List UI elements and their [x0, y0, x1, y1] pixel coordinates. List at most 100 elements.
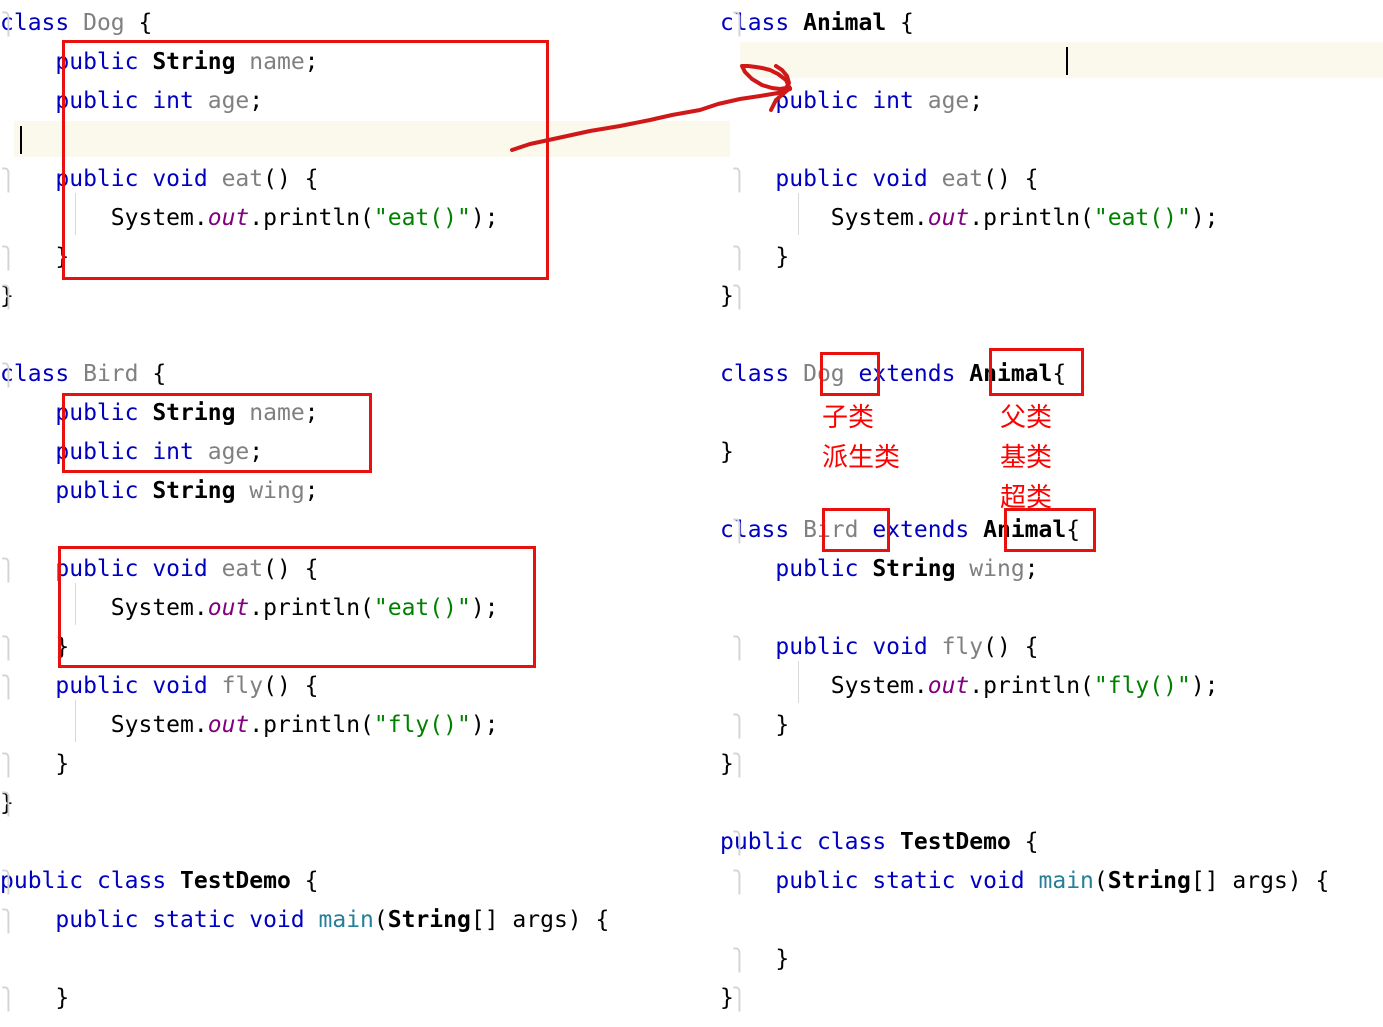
left-line-13[interactable]: [0, 511, 720, 550]
right-line-5-token-5: );: [1190, 205, 1219, 231]
bird-classname-box: [822, 508, 890, 552]
dog-classname-box: [820, 352, 880, 396]
code-fold-marker-19[interactable]: ⎫: [733, 714, 746, 738]
left-line-23-token-5: (: [373, 907, 388, 933]
right-line-22-token-3: void: [969, 868, 1039, 894]
right-line-5-token-4: "eat()": [1093, 205, 1191, 231]
right-line-25[interactable]: }: [720, 979, 1383, 1018]
right-line-24[interactable]: }: [720, 940, 1383, 979]
right-line-14-token-1: public: [775, 556, 873, 582]
code-fold-marker-3[interactable]: ⎫: [2, 285, 15, 309]
right-line-16[interactable]: public void fly() {: [720, 628, 1383, 667]
code-fold-marker-18[interactable]: ⎫: [733, 636, 746, 660]
right-line-25-token-0: }: [720, 985, 734, 1011]
code-fold-marker-20[interactable]: ⎫: [733, 753, 746, 777]
left-line-18[interactable]: System.out.println("fly()");: [0, 706, 720, 745]
left-line-22[interactable]: public class TestDemo {: [0, 862, 720, 901]
left-line-21[interactable]: [0, 823, 720, 862]
right-line-22-token-2: static: [872, 868, 970, 894]
code-fold-marker-24[interactable]: ⎫: [733, 987, 746, 1011]
left-line-0[interactable]: class Dog {: [0, 4, 720, 43]
dog-members-box: [62, 40, 549, 280]
left-line-19[interactable]: }: [0, 745, 720, 784]
right-line-4[interactable]: public void eat() {: [720, 160, 1383, 199]
code-fold-marker-0[interactable]: ⎫: [2, 12, 15, 36]
right-line-2-token-4: age: [927, 88, 970, 114]
right-line-5-token-3: .println(: [969, 205, 1094, 231]
left-line-23-token-2: static: [152, 907, 250, 933]
code-fold-marker-8[interactable]: ⎫: [2, 753, 15, 777]
left-line-23[interactable]: public static void main(String[] args) {: [0, 901, 720, 940]
left-line-24[interactable]: [0, 940, 720, 979]
right-line-2[interactable]: public int age;: [720, 82, 1383, 121]
right-line-21[interactable]: public class TestDemo {: [720, 823, 1383, 862]
right-line-16-token-1: public: [775, 634, 873, 660]
code-fold-marker-12[interactable]: ⎫: [2, 987, 15, 1011]
dog-superclass-box: [989, 348, 1084, 396]
code-fold-marker-16[interactable]: ⎫: [733, 285, 746, 309]
code-fold-marker-10[interactable]: ⎫: [2, 870, 15, 894]
right-line-19[interactable]: }: [720, 745, 1383, 784]
right-line-5[interactable]: System.out.println("eat()");: [720, 199, 1383, 238]
right-line-5-token-1: System.: [830, 205, 928, 231]
right-line-7[interactable]: }: [720, 277, 1383, 316]
right-line-4-token-1: public: [775, 166, 873, 192]
left-line-23-token-1: public: [55, 907, 153, 933]
left-line-17[interactable]: public void fly() {: [0, 667, 720, 706]
left-line-25[interactable]: }: [0, 979, 720, 1018]
right-line-14[interactable]: public String wing;: [720, 550, 1383, 589]
code-fold-marker-15[interactable]: ⎫: [733, 246, 746, 270]
right-line-6[interactable]: }: [720, 238, 1383, 277]
right-line-17-token-3: .println(: [969, 673, 1094, 699]
bird-superclass-box: [1004, 508, 1096, 552]
right-line-16-token-4: () {: [983, 634, 1039, 660]
right-line-2-token-1: public: [775, 88, 873, 114]
right-line-16-token-2: void: [872, 634, 942, 660]
indent-guide-2: [75, 700, 76, 742]
left-line-23-token-7: [] args) {: [470, 907, 610, 933]
right-line-18-token-0: }: [720, 712, 790, 738]
right-line-18[interactable]: }: [720, 706, 1383, 745]
right-line-7-token-0: }: [720, 283, 734, 309]
left-line-0-token-2: {: [124, 10, 153, 36]
code-fold-marker-4[interactable]: ⎫: [2, 363, 15, 387]
left-line-12[interactable]: public String wing;: [0, 472, 720, 511]
right-line-3[interactable]: [720, 121, 1383, 160]
left-line-22-token-2: TestDemo: [180, 868, 291, 894]
right-line-17[interactable]: System.out.println("fly()");: [720, 667, 1383, 706]
left-line-9[interactable]: class Bird {: [0, 355, 720, 394]
right-line-14-token-4: wing: [969, 556, 1025, 582]
code-fold-marker-23[interactable]: ⎫: [733, 948, 746, 972]
left-line-20[interactable]: }: [0, 784, 720, 823]
right-line-22[interactable]: public static void main(String[] args) {: [720, 862, 1383, 901]
code-fold-marker-7[interactable]: ⎫: [2, 675, 15, 699]
right-line-20[interactable]: [720, 784, 1383, 823]
code-fold-marker-21[interactable]: ⎫: [733, 831, 746, 855]
right-line-4-token-3: eat: [941, 166, 984, 192]
left-line-8[interactable]: [0, 316, 720, 355]
left-line-18-token-4: "fly()": [373, 712, 471, 738]
right-line-16-token-0: [720, 628, 775, 667]
code-fold-marker-22[interactable]: ⎫: [733, 870, 746, 894]
left-line-17-token-3: fly: [221, 673, 264, 699]
code-fold-marker-11[interactable]: ⎫: [2, 909, 15, 933]
right-line-15[interactable]: [720, 589, 1383, 628]
code-fold-marker-14[interactable]: ⎫: [733, 168, 746, 192]
code-fold-marker-2[interactable]: ⎫: [2, 246, 15, 270]
code-fold-marker-17[interactable]: ⎫: [733, 519, 746, 543]
left-line-18-token-1: System.: [110, 712, 208, 738]
code-fold-marker-6[interactable]: ⎫: [2, 636, 15, 660]
code-fold-marker-5[interactable]: ⎫: [2, 558, 15, 582]
left-line-7[interactable]: }: [0, 277, 720, 316]
right-current-line: [740, 42, 1383, 78]
code-fold-marker-13[interactable]: ⎫: [733, 12, 746, 36]
code-fold-marker-1[interactable]: ⎫: [2, 168, 15, 192]
right-line-23[interactable]: [720, 901, 1383, 940]
left-line-12-token-2: String: [152, 478, 236, 504]
left-line-17-token-1: public: [55, 673, 153, 699]
right-line-4-token-4: () {: [983, 166, 1039, 192]
right-line-17-token-4: "fly()": [1093, 673, 1191, 699]
right-line-0[interactable]: class Animal {: [720, 4, 1383, 43]
left-caret: [20, 126, 22, 154]
code-fold-marker-9[interactable]: ⎫: [2, 792, 15, 816]
